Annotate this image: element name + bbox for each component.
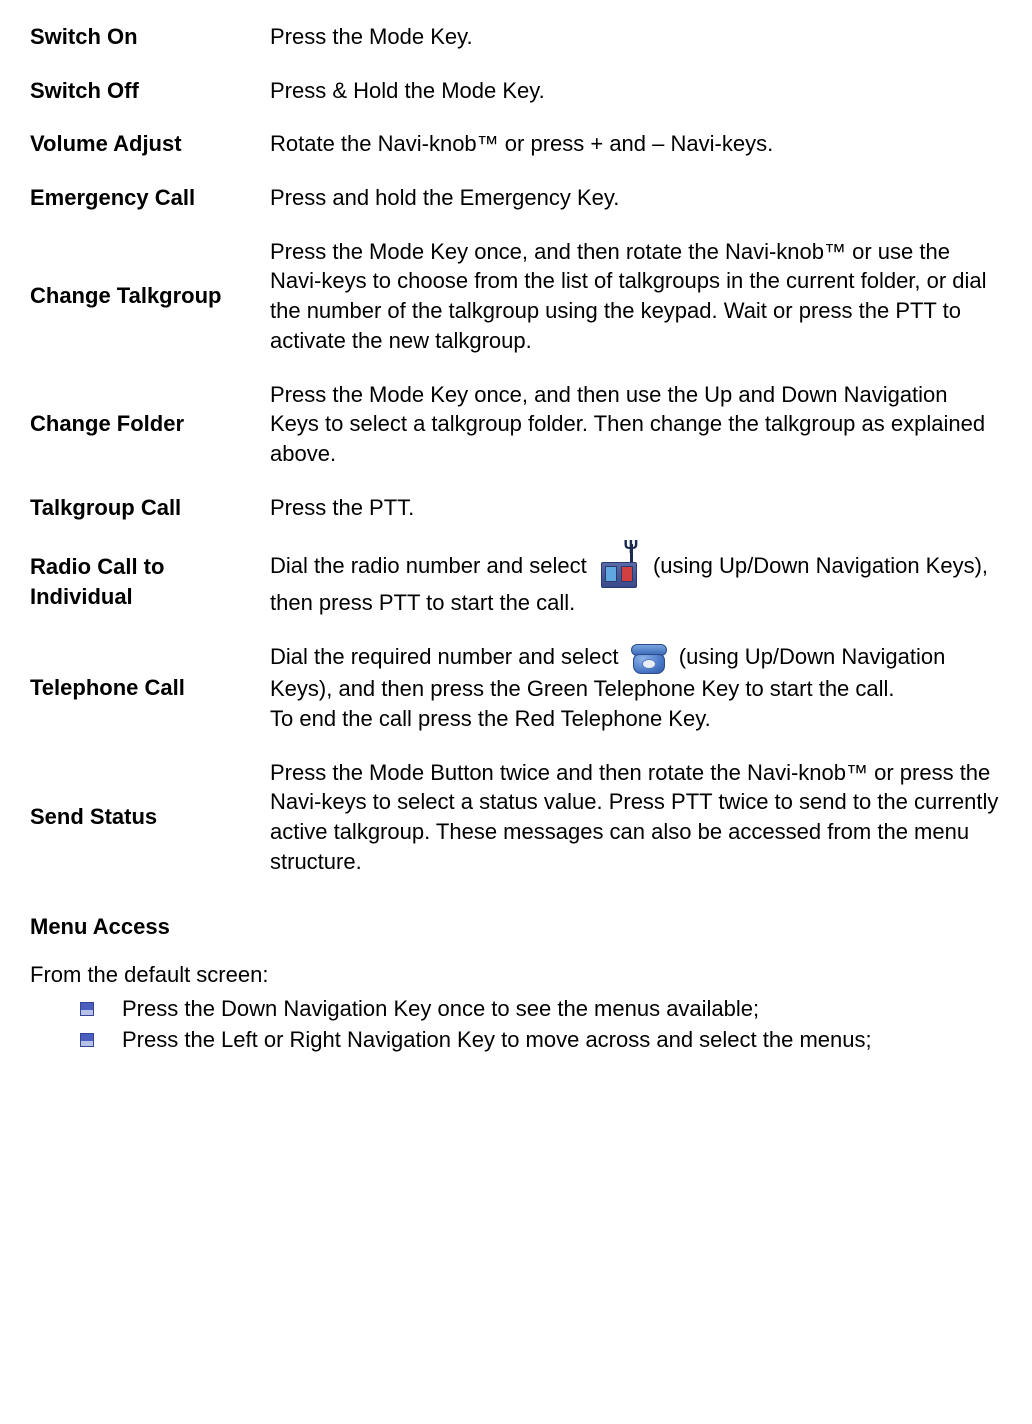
desc-talkgroup-call: Press the PTT. (270, 481, 1002, 535)
desc-switch-off: Press & Hold the Mode Key. (270, 64, 1002, 118)
label-volume-adjust: Volume Adjust (30, 117, 270, 171)
desc-switch-on: Press the Mode Key. (270, 10, 1002, 64)
menu-access-heading: Menu Access (30, 912, 1002, 942)
bullet-item-2: Press the Left or Right Navigation Key t… (30, 1025, 1002, 1055)
row-change-folder: Change Folder Press the Mode Key once, a… (30, 368, 1002, 481)
telephone-icon (631, 642, 667, 674)
row-talkgroup-call: Talkgroup Call Press the PTT. (30, 481, 1002, 535)
bullet-text-2: Press the Left or Right Navigation Key t… (122, 1025, 1002, 1055)
menu-access-bullets: Press the Down Navigation Key once to se… (30, 994, 1002, 1055)
label-send-status: Send Status (30, 746, 270, 889)
row-emergency-call: Emergency Call Press and hold the Emerge… (30, 171, 1002, 225)
row-change-talkgroup: Change Talkgroup Press the Mode Key once… (30, 225, 1002, 368)
row-volume-adjust: Volume Adjust Rotate the Navi-knob™ or p… (30, 117, 1002, 171)
label-telephone-call: Telephone Call (30, 630, 270, 746)
row-switch-on: Switch On Press the Mode Key. (30, 10, 1002, 64)
desc-change-folder: Press the Mode Key once, and then use th… (270, 368, 1002, 481)
row-switch-off: Switch Off Press & Hold the Mode Key. (30, 64, 1002, 118)
operations-table: Switch On Press the Mode Key. Switch Off… (30, 10, 1002, 888)
label-talkgroup-call: Talkgroup Call (30, 481, 270, 535)
bullet-item-1: Press the Down Navigation Key once to se… (30, 994, 1002, 1024)
label-switch-on: Switch On (30, 10, 270, 64)
label-change-folder: Change Folder (30, 368, 270, 481)
radio-device-icon: Ψ (599, 546, 641, 588)
row-send-status: Send Status Press the Mode Button twice … (30, 746, 1002, 889)
telephone-text-before: Dial the required number and select (270, 644, 625, 669)
desc-radio-call: Dial the radio number and select Ψ (usin… (270, 534, 1002, 630)
desc-emergency-call: Press and hold the Emergency Key. (270, 171, 1002, 225)
desc-telephone-call: Dial the required number and select (usi… (270, 630, 1002, 746)
desc-volume-adjust: Rotate the Navi-knob™ or press + and – N… (270, 117, 1002, 171)
label-change-talkgroup: Change Talkgroup (30, 225, 270, 368)
radio-call-text-before: Dial the radio number and select (270, 553, 593, 578)
label-emergency-call: Emergency Call (30, 171, 270, 225)
desc-send-status: Press the Mode Button twice and then rot… (270, 746, 1002, 889)
telephone-text-after: To end the call press the Red Telephone … (270, 706, 711, 731)
label-radio-call: Radio Call to Individual (30, 534, 270, 630)
row-radio-call: Radio Call to Individual Dial the radio … (30, 534, 1002, 630)
row-telephone-call: Telephone Call Dial the required number … (30, 630, 1002, 746)
bullet-icon (80, 1002, 94, 1016)
desc-change-talkgroup: Press the Mode Key once, and then rotate… (270, 225, 1002, 368)
bullet-icon (80, 1033, 94, 1047)
label-switch-off: Switch Off (30, 64, 270, 118)
menu-access-intro: From the default screen: (30, 960, 1002, 990)
bullet-text-1: Press the Down Navigation Key once to se… (122, 994, 1002, 1024)
